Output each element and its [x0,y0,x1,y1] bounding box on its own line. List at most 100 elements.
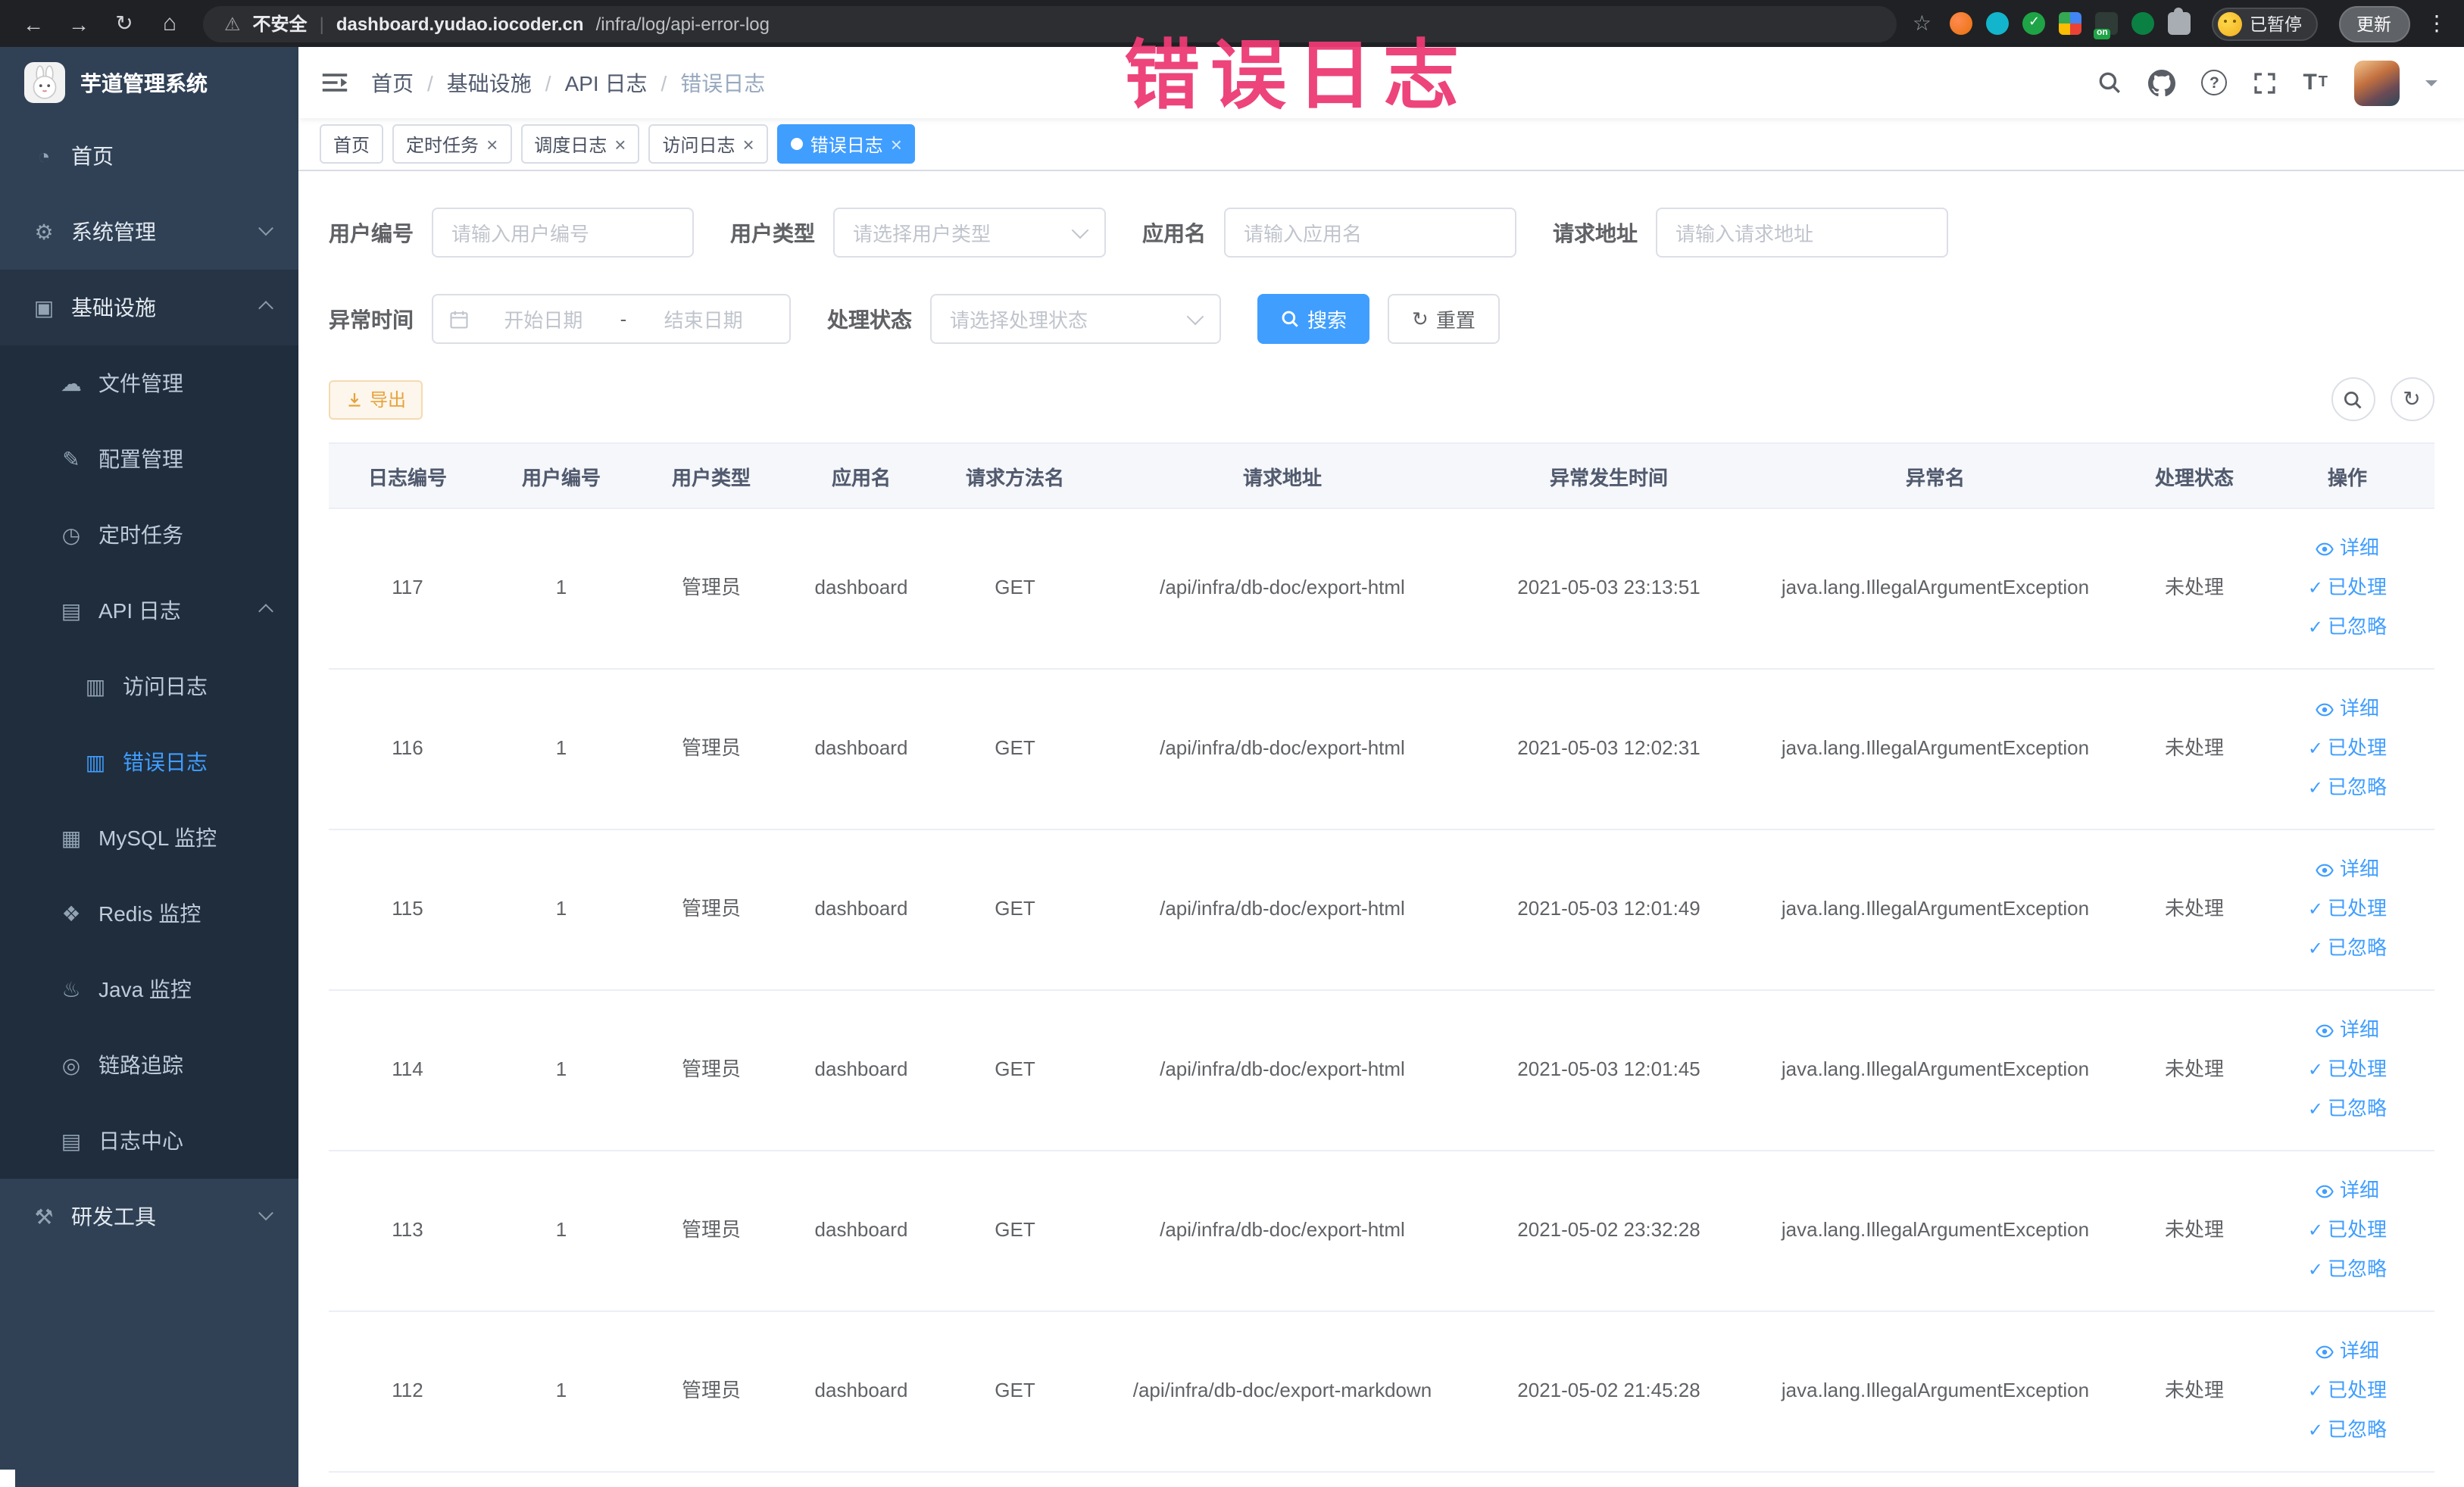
sidebar-item[interactable]: ▦ MySQL 监控 [0,800,298,876]
table-cell: 管理员 [681,1218,741,1242]
sidebar-item[interactable]: ☁ 文件管理 [0,345,298,421]
detail-link[interactable]: 详细 [2316,692,2379,728]
avatar[interactable] [2353,60,2399,105]
detail-link[interactable]: 详细 [2316,1173,2379,1210]
user-id-input[interactable]: 请输入用户编号 [432,208,694,258]
close-icon[interactable]: × [743,134,754,154]
action-label: 已忽略 [2328,615,2387,639]
detail-link[interactable]: 详细 [2316,852,2379,889]
extension-icon-leaf[interactable] [2131,12,2154,35]
browser-bar: 不安全 | dashboard.yudao.iocoder.cn/infra/l… [0,0,2464,47]
mark-ignored-link[interactable]: 已忽略 [2308,931,2387,967]
column-header: 请求方法名 [965,466,1064,489]
export-button[interactable]: 导出 [329,380,423,419]
logo-row[interactable]: 芋道管理系统 [0,47,298,118]
table-cell: /api/infra/db-doc/export-html [1160,897,1405,920]
sidebar-item[interactable]: ▤ 日志中心 [0,1103,298,1179]
table-cell: dashboard [814,1057,908,1081]
mark-processed-link[interactable]: 已处理 [2308,731,2387,767]
extension-icon-grid[interactable] [2059,12,2081,35]
active-tab-dot [790,138,803,150]
close-icon[interactable]: × [614,134,626,154]
browser-update-button[interactable]: 更新 [2338,5,2409,42]
sidebar-item[interactable]: ⚒ 研发工具 [0,1179,298,1254]
mark-ignored-link[interactable]: 已忽略 [2308,770,2387,807]
mark-processed-link[interactable]: 已处理 [2308,892,2387,928]
sidebar-item[interactable]: ◎ 链路追踪 [0,1027,298,1103]
mark-processed-link[interactable]: 已处理 [2308,1213,2387,1249]
action-label: 已处理 [2328,897,2387,920]
sidebar-toggle-icon[interactable] [298,71,371,94]
user-id-label: 用户编号 [329,220,414,245]
table-cell: dashboard [814,897,908,920]
table-cell: 1 [555,576,567,599]
sidebar-item[interactable]: ◷ 定时任务 [0,497,298,573]
breadcrumb-item[interactable]: 首页 [371,67,414,98]
tab-view[interactable]: 调度日志 × [520,124,640,164]
table-cell: dashboard [814,736,908,760]
sidebar-item[interactable]: ▥ 访问日志 [0,648,298,724]
fullscreen-icon[interactable] [2253,70,2277,95]
help-icon[interactable] [2201,70,2228,95]
toggle-search-button[interactable] [2331,377,2375,421]
breadcrumb-item[interactable]: 基础设施 [447,67,532,98]
sidebar-item-label: 访问日志 [123,674,208,698]
mark-ignored-link[interactable]: 已忽略 [2308,1092,2387,1128]
mark-ignored-link[interactable]: 已忽略 [2308,1252,2387,1289]
request-url-input[interactable]: 请输入请求地址 [1656,208,1948,258]
extension-icon-drop[interactable] [1986,12,2009,35]
mark-processed-link[interactable]: 已处理 [2308,570,2387,607]
reset-button[interactable]: 重置 [1388,294,1500,344]
process-status-select[interactable]: 请选择处理状态 [930,294,1221,344]
tab-view[interactable]: 首页 [320,124,384,164]
sidebar-item[interactable]: ⚙ 系统管理 [0,194,298,270]
browser-profile-chip[interactable]: 已暂停 [2212,7,2317,40]
browser-forward-icon[interactable] [61,11,97,36]
tab-view[interactable]: 访问日志 × [648,124,768,164]
detail-link[interactable]: 详细 [2316,1013,2379,1049]
search-icon[interactable] [2097,70,2122,95]
search-button[interactable]: 搜索 [1257,294,1370,344]
extension-icon-dark[interactable]: on [2094,12,2118,39]
extensions-puzzle-icon[interactable] [2168,8,2191,35]
sidebar-item[interactable]: ▥ 错误日志 [0,724,298,800]
user-type-select[interactable]: 请选择用户类型 [833,208,1106,258]
detail-link[interactable]: 详细 [2316,1334,2379,1370]
bookmark-star-icon[interactable] [1913,11,1932,36]
mark-ignored-link[interactable]: 已忽略 [2308,610,2387,646]
chevron-down-icon[interactable] [2425,80,2437,92]
sidebar-item[interactable]: ❖ Redis 监控 [0,876,298,951]
sidebar-item[interactable]: ◔ 首页 [0,118,298,194]
exception-time-range-picker[interactable]: 开始日期 - 结束日期 [432,294,791,344]
address-bar[interactable]: 不安全 | dashboard.yudao.iocoder.cn/infra/l… [203,5,1897,42]
sidebar-item[interactable]: ▣ 基础设施 [0,270,298,345]
column-header: 应用名 [831,466,891,489]
close-icon[interactable]: × [486,134,498,154]
tab-active[interactable]: 错误日志 × [776,124,916,164]
browser-reload-icon[interactable] [106,11,142,36]
tab-label: 首页 [333,134,370,155]
extension-icon-check[interactable] [2022,12,2045,35]
font-size-icon[interactable] [2303,70,2328,95]
sidebar-item-label: 错误日志 [123,750,208,774]
browser-back-icon[interactable] [15,11,52,36]
sidebar-item[interactable]: ✎ 配置管理 [0,421,298,497]
tab-view[interactable]: 定时任务 × [392,124,512,164]
detail-link[interactable]: 详细 [2316,531,2379,567]
sidebar-item[interactable]: ♨ Java 监控 [0,951,298,1027]
mark-processed-link[interactable]: 已处理 [2308,1373,2387,1410]
table-cell: 1 [555,897,567,920]
browser-menu-icon[interactable] [2425,10,2449,37]
github-icon[interactable] [2148,69,2176,96]
sidebar-item[interactable]: ▤ API 日志 [0,573,298,648]
app-name-input[interactable]: 请输入应用名 [1224,208,1516,258]
extension-icon-orange[interactable] [1950,12,1972,35]
close-icon[interactable]: × [891,134,902,154]
gear-icon: ⚙ [34,219,54,243]
mark-ignored-link[interactable]: 已忽略 [2308,1413,2387,1449]
breadcrumb-item[interactable]: API 日志 [565,67,648,98]
refresh-table-button[interactable] [2390,377,2434,421]
browser-home-icon[interactable] [151,11,188,36]
action-label: 详细 [2339,697,2379,720]
mark-processed-link[interactable]: 已处理 [2308,1052,2387,1089]
